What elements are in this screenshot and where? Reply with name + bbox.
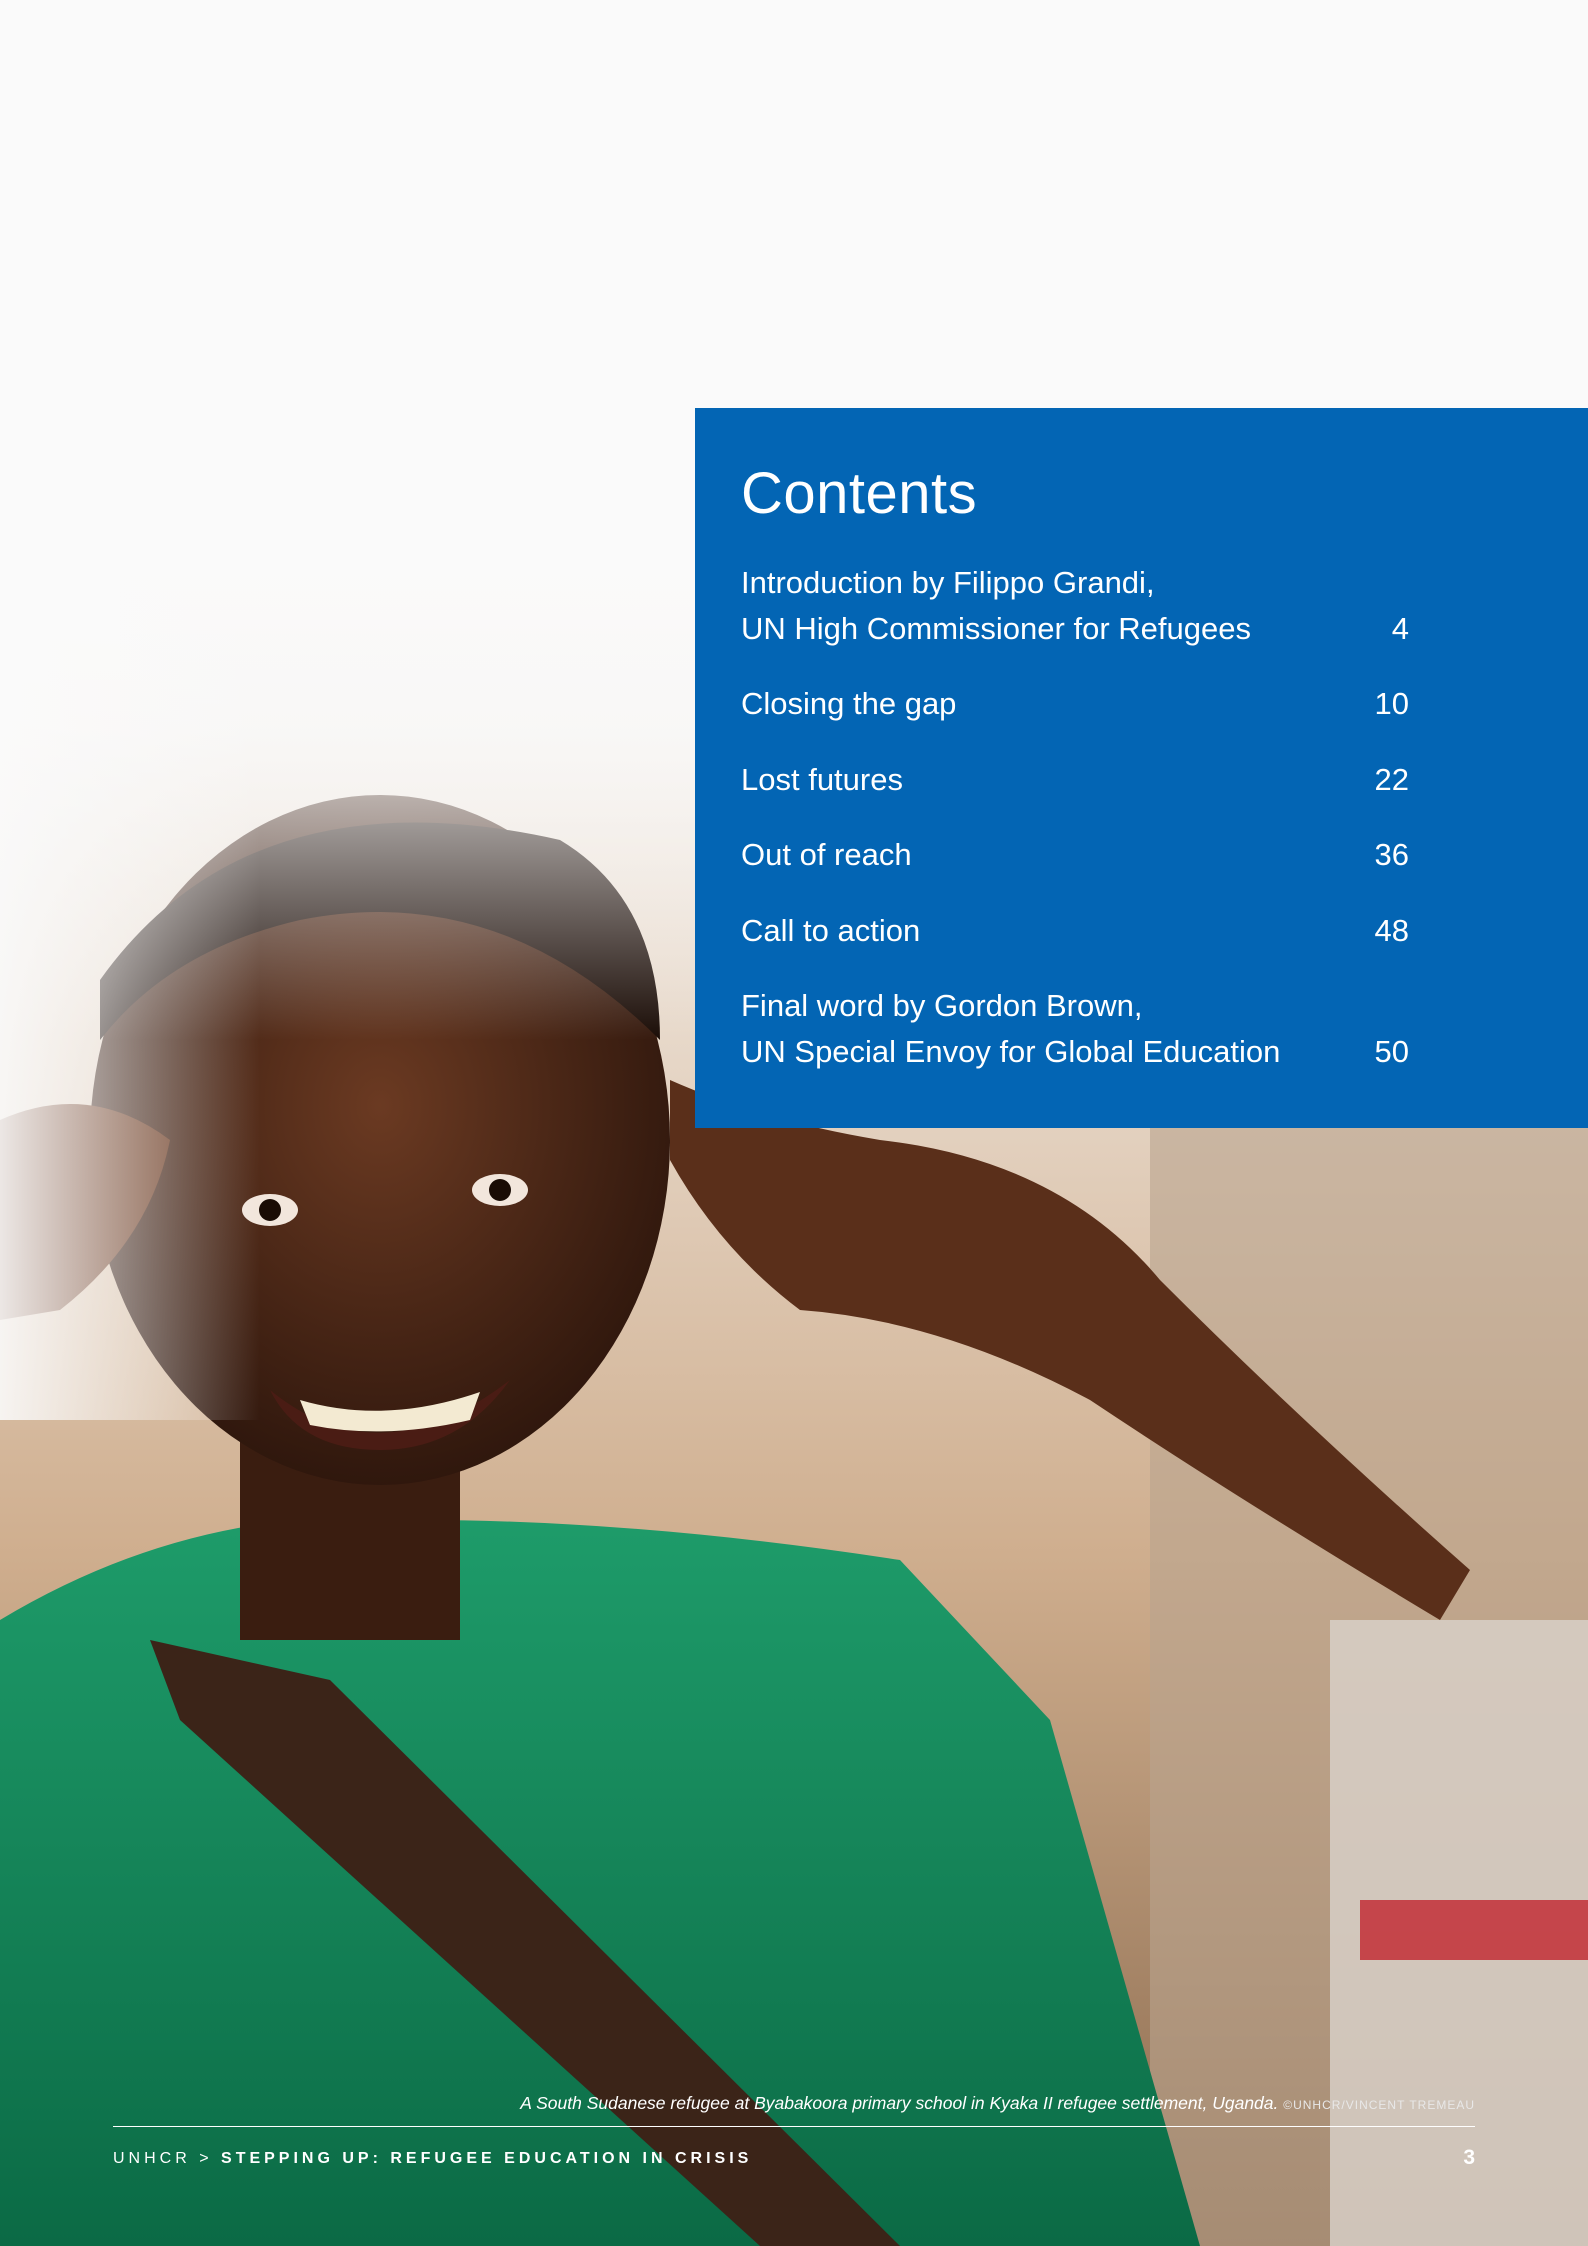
- toc-entry-lost-futures[interactable]: Lost futures 22: [741, 757, 1409, 803]
- toc-entry-label: Out of reach: [741, 837, 912, 872]
- caption-text: A South Sudanese refugee at Byabakoora p…: [520, 2093, 1279, 2113]
- toc-entry-out-of-reach[interactable]: Out of reach 36: [741, 832, 1409, 878]
- contents-title: Contents: [741, 461, 978, 526]
- photo-left-fade: [0, 520, 260, 1420]
- toc-entry-label-line2: UN High Commissioner for Refugees: [741, 611, 1251, 646]
- toc-entry-page: 4: [1391, 611, 1409, 646]
- toc-entry-call-to-action[interactable]: Call to action 48: [741, 908, 1409, 954]
- toc-entry-label: Call to action: [741, 913, 921, 948]
- footer-running-title: UNHCR > STEPPING UP: REFUGEE EDUCATION I…: [113, 2150, 752, 2168]
- toc-entry-label-line1: Introduction by Filippo Grandi,: [741, 565, 1155, 600]
- toc-entry-page: 48: [1374, 913, 1409, 948]
- photo-credit: ©UNHCR/VINCENT TREMEAU: [1283, 2098, 1475, 2112]
- toc-entry-label-line2: UN Special Envoy for Global Education: [741, 1034, 1281, 1069]
- toc-entry-page: 36: [1374, 837, 1409, 872]
- footer-org: UNHCR >: [113, 2150, 213, 2167]
- toc-entry-closing-the-gap[interactable]: Closing the gap 10: [741, 681, 1409, 727]
- photo-caption: A South Sudanese refugee at Byabakoora p…: [520, 2093, 1475, 2114]
- toc-entry-label: Lost futures: [741, 762, 903, 797]
- toc-entry-page: 22: [1374, 762, 1409, 797]
- toc-entry-introduction[interactable]: Introduction by Filippo Grandi, UN High …: [741, 560, 1409, 652]
- page-number: 3: [1463, 2146, 1475, 2169]
- footer-publication: STEPPING UP: REFUGEE EDUCATION IN CRISIS: [221, 2150, 753, 2167]
- toc-entry-label: Closing the gap: [741, 686, 957, 721]
- toc-entry-final-word[interactable]: Final word by Gordon Brown, UN Special E…: [741, 983, 1409, 1075]
- toc-entry-page: 10: [1374, 686, 1409, 721]
- toc-entry-label-line1: Final word by Gordon Brown,: [741, 988, 1143, 1023]
- contents-panel: Contents Introduction by Filippo Grandi,…: [695, 408, 1588, 1128]
- toc-entry-page: 50: [1374, 1034, 1409, 1069]
- footer-divider: [113, 2126, 1475, 2127]
